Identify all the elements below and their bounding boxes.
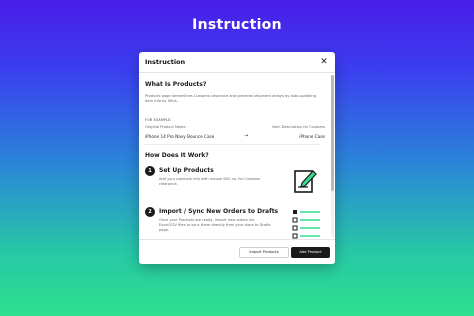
step-1-number: 1 [145,166,155,176]
what-is-products-title: What Is Products? [145,81,207,88]
edit-document-icon [294,168,318,198]
add-product-button[interactable]: Add Product [291,247,330,258]
modal-footer: Import Products Add Product [139,239,335,264]
original-name-label: Original Product Name [145,125,186,129]
close-icon[interactable]: ✕ [318,56,330,68]
instruction-modal: Instruction ✕ What Is Products? Products… [139,52,335,264]
scrollbar-thumb[interactable] [331,75,334,191]
example-original-name: iPhone 14 Pro Navy Bounce Case [145,134,215,139]
intro-text: Products page streamlines Customs cleara… [145,94,316,103]
how-it-works-title: How Does It Work? [145,152,209,159]
step-2-number: 2 [145,207,155,217]
page-heading: Instruction [192,17,282,33]
example-description: iPhone Case [299,134,325,139]
modal-header: Instruction ✕ [139,52,335,73]
step-2-desc: Once your Products are ready, import new… [159,218,271,232]
modal-body[interactable]: What Is Products? Products page streamli… [139,73,329,239]
import-products-button[interactable]: Import Products [239,247,289,258]
arrow-right-icon: → [244,133,249,139]
step-1-desc: Add your products info with unique SKU n… [159,177,261,186]
step-2-title: Import / Sync New Orders to Drafts [159,208,279,215]
example-label: FOR EXAMPLE: [145,118,172,122]
checklist-icon [292,209,322,239]
item-description-label: Item Description for Customs [272,125,325,129]
modal-title: Instruction [145,58,186,66]
scrollbar[interactable] [331,75,334,237]
step-1-title: Set Up Products [159,167,214,174]
divider [145,144,321,145]
